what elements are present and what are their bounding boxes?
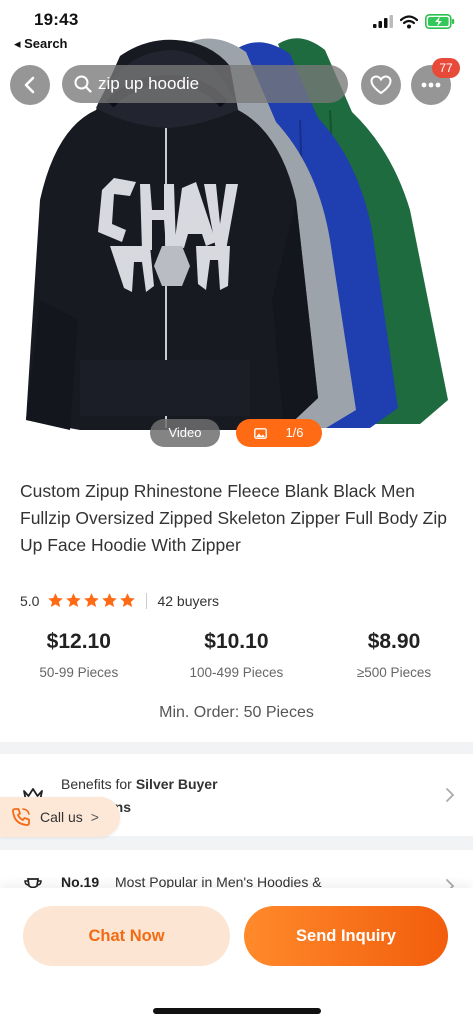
heart-icon bbox=[370, 75, 392, 95]
video-tab[interactable]: Video bbox=[150, 419, 220, 447]
call-us-button[interactable]: Call us > bbox=[0, 797, 120, 837]
tier-quantity: ≥500 Pieces bbox=[356, 665, 432, 680]
buyer-count: 42 buyers bbox=[157, 592, 219, 609]
price-tiers: $12.10 50-99 Pieces $10.10 100-499 Piece… bbox=[0, 630, 473, 680]
search-bar[interactable]: zip up hoodie bbox=[62, 65, 348, 103]
chat-now-button[interactable]: Chat Now bbox=[23, 906, 230, 966]
star-icon bbox=[120, 593, 136, 607]
send-inquiry-button[interactable]: Send Inquiry bbox=[244, 906, 448, 966]
product-info-card: Custom Zipup Rhinestone Fleece Blank Bla… bbox=[0, 458, 473, 742]
favorite-button[interactable] bbox=[361, 65, 401, 105]
divider bbox=[146, 592, 148, 609]
star-icon bbox=[84, 593, 100, 607]
chevron-left-icon bbox=[24, 76, 35, 94]
tier-price: $12.10 bbox=[46, 630, 111, 653]
buyer-tier: Silver Buyer bbox=[135, 776, 218, 792]
call-us-label: Call us bbox=[40, 809, 83, 825]
back-to-app-link[interactable]: ◂ Search bbox=[14, 36, 68, 52]
star-rating bbox=[47, 592, 136, 609]
more-dots-icon bbox=[421, 82, 441, 88]
section-divider bbox=[0, 742, 473, 754]
image-icon bbox=[254, 427, 268, 439]
system-icons bbox=[373, 14, 455, 29]
status-time: 19:43 bbox=[34, 10, 79, 29]
section-divider bbox=[0, 836, 473, 850]
price-tier: $10.10 100-499 Pieces bbox=[158, 630, 316, 680]
home-indicator bbox=[153, 1008, 321, 1014]
status-bar: 19:43 ◂ Search bbox=[0, 0, 473, 56]
wifi-icon bbox=[400, 14, 418, 28]
product-title: Custom Zipup Rhinestone Fleece Blank Bla… bbox=[20, 481, 447, 555]
tier-price: $10.10 bbox=[204, 630, 269, 653]
search-query: zip up hoodie bbox=[98, 74, 200, 93]
chevron-right-icon: > bbox=[90, 809, 99, 825]
battery-charging-icon bbox=[425, 14, 455, 29]
benefits-label: Benefits for Silver Buyer bbox=[61, 776, 218, 792]
tier-quantity: 100-499 Pieces bbox=[189, 665, 284, 680]
photo-counter: 1/6 bbox=[285, 425, 304, 440]
min-order: Min. Order: 50 Pieces bbox=[159, 704, 314, 721]
back-button[interactable] bbox=[10, 65, 50, 105]
phone-icon bbox=[12, 808, 30, 826]
star-icon bbox=[66, 593, 82, 607]
star-icon bbox=[102, 593, 118, 607]
signal-icon bbox=[373, 15, 393, 28]
search-icon bbox=[74, 75, 92, 93]
rating-row[interactable]: 5.0 42 buyers bbox=[20, 592, 219, 609]
price-tier: $8.90 ≥500 Pieces bbox=[315, 630, 473, 680]
notification-badge: 77 bbox=[432, 58, 460, 78]
tier-quantity: 50-99 Pieces bbox=[39, 665, 119, 680]
tier-price: $8.90 bbox=[367, 630, 421, 653]
star-icon bbox=[48, 593, 64, 607]
photos-tab[interactable]: 1/6 bbox=[236, 419, 322, 447]
bottom-action-bar: Chat Now Send Inquiry bbox=[0, 888, 473, 1024]
price-tier: $12.10 50-99 Pieces bbox=[0, 630, 158, 680]
rating-score: 5.0 bbox=[20, 592, 40, 609]
benefits-prefix: Benefits for bbox=[61, 776, 132, 792]
chevron-right-icon bbox=[446, 788, 455, 802]
